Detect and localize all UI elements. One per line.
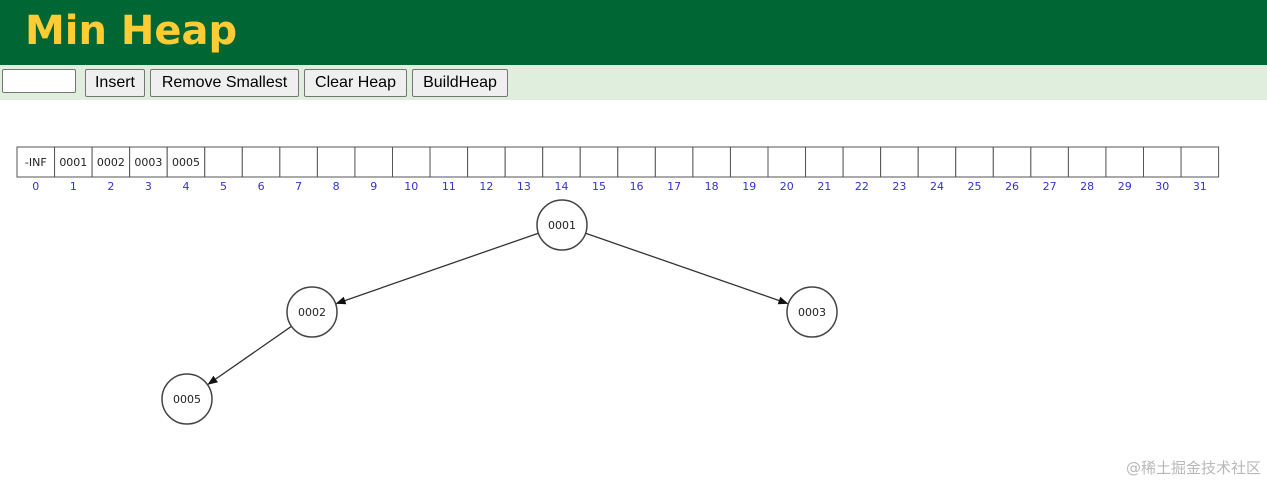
- tree-node-label: 0002: [298, 306, 326, 319]
- array-index-label: 1: [70, 180, 77, 193]
- array-cell-15: [579, 146, 619, 178]
- array-cell-6: [241, 146, 281, 178]
- array-index-label: 23: [892, 180, 906, 193]
- tree-node-label: 0003: [798, 306, 826, 319]
- tree-edge-n1-n2: [335, 232, 539, 305]
- heap-array: -INF 0 0001 1 0002 2 0003 3 0005 4 5 6 7 8 9 10 11 12 13 14…: [16, 146, 1220, 193]
- array-cell-value: -INF: [25, 156, 47, 169]
- watermark-text: @稀土掘金技术社区: [1125, 459, 1261, 477]
- array-cell-value: 0003: [134, 156, 162, 169]
- array-index-label: 3: [145, 180, 152, 193]
- toolbar: Insert Remove Smallest Clear Heap BuildH…: [0, 65, 1267, 100]
- array-index-label: 12: [479, 180, 493, 193]
- array-cell-value: 0005: [172, 156, 200, 169]
- array-index-label: 20: [780, 180, 794, 193]
- array-cell-5: [204, 146, 243, 178]
- insert-button[interactable]: Insert: [85, 69, 145, 97]
- array-cell-16: [617, 146, 656, 178]
- array-index-label: 13: [517, 180, 531, 193]
- array-cell-26: [992, 146, 1032, 178]
- array-index-label: 30: [1155, 180, 1169, 193]
- array-index-label: 26: [1005, 180, 1019, 193]
- tree-node-0002: 0002: [286, 286, 338, 338]
- array-index-label: 16: [630, 180, 644, 193]
- array-cell-value: 0001: [59, 156, 87, 169]
- array-cell-12: [467, 146, 506, 178]
- page-title: Min Heap: [25, 8, 238, 54]
- array-index-label: 4: [182, 180, 189, 193]
- header-bar: Min Heap: [0, 0, 1267, 65]
- heap-visualization: -INF 0 0001 1 0002 2 0003 3 0005 4 5 6 7 8 9 10 11 12 13 14…: [16, 146, 1220, 425]
- array-index-label: 24: [930, 180, 944, 193]
- array-index-label: 27: [1043, 180, 1057, 193]
- array-index-label: 11: [442, 180, 456, 193]
- visualization-canvas: -INF 0 0001 1 0002 2 0003 3 0005 4 5 6 7 8 9 10 11 12 13 14…: [0, 100, 1267, 486]
- array-cell-value: 0002: [97, 156, 125, 169]
- array-cell-28: [1067, 146, 1107, 178]
- clear-heap-button[interactable]: Clear Heap: [304, 69, 407, 97]
- array-index-label: 14: [554, 180, 568, 193]
- array-index-label: 15: [592, 180, 606, 193]
- array-index-label: 21: [817, 180, 831, 193]
- array-index-label: 0: [32, 180, 39, 193]
- tree-edge-n1-n3: [585, 232, 789, 305]
- array-cell-7: [279, 146, 318, 178]
- array-index-label: 22: [855, 180, 869, 193]
- build-heap-button[interactable]: BuildHeap: [412, 69, 508, 97]
- tree-node-label: 0001: [548, 219, 576, 232]
- array-cell-18: [692, 146, 731, 178]
- tree-nodes: 0001 0002 0003 0005: [161, 199, 838, 425]
- array-index-label: 25: [968, 180, 982, 193]
- array-cell-27: [1030, 146, 1069, 178]
- array-cell-31: [1180, 146, 1220, 178]
- tree-node-0005: 0005: [161, 373, 213, 425]
- array-cell-14: [542, 146, 581, 178]
- tree-node-0003: 0003: [786, 286, 838, 338]
- array-cell-21: [805, 146, 844, 178]
- array-cell-23: [880, 146, 919, 178]
- array-index-label: 18: [705, 180, 719, 193]
- array-cell-10: [392, 146, 431, 178]
- array-cell-20: [767, 146, 807, 178]
- array-index-label: 8: [333, 180, 340, 193]
- array-index-label: 10: [404, 180, 418, 193]
- array-cell-13: [504, 146, 544, 178]
- array-index-label: 7: [295, 180, 302, 193]
- array-index-label: 17: [667, 180, 681, 193]
- array-index-label: 2: [107, 180, 114, 193]
- array-index-label: 6: [258, 180, 265, 193]
- array-index-label: 29: [1118, 180, 1132, 193]
- array-cell-24: [917, 146, 957, 178]
- array-cell-19: [729, 146, 769, 178]
- array-index-label: 28: [1080, 180, 1094, 193]
- tree-node-0001: 0001: [536, 199, 588, 251]
- tree-node-label: 0005: [173, 393, 201, 406]
- array-cell-9: [354, 146, 394, 178]
- array-index-label: 9: [370, 180, 377, 193]
- value-input[interactable]: [2, 69, 76, 93]
- tree-edge-n2-n5: [207, 325, 292, 385]
- array-index-label: 19: [742, 180, 756, 193]
- array-cell-17: [654, 146, 694, 178]
- array-cell-11: [429, 146, 469, 178]
- array-cell-22: [842, 146, 882, 178]
- remove-smallest-button[interactable]: Remove Smallest: [150, 69, 299, 97]
- array-cell-30: [1143, 146, 1182, 178]
- array-index-label: 5: [220, 180, 227, 193]
- array-cell-25: [955, 146, 994, 178]
- array-index-label: 31: [1193, 180, 1207, 193]
- array-cell-8: [316, 146, 356, 178]
- array-cell-29: [1105, 146, 1144, 178]
